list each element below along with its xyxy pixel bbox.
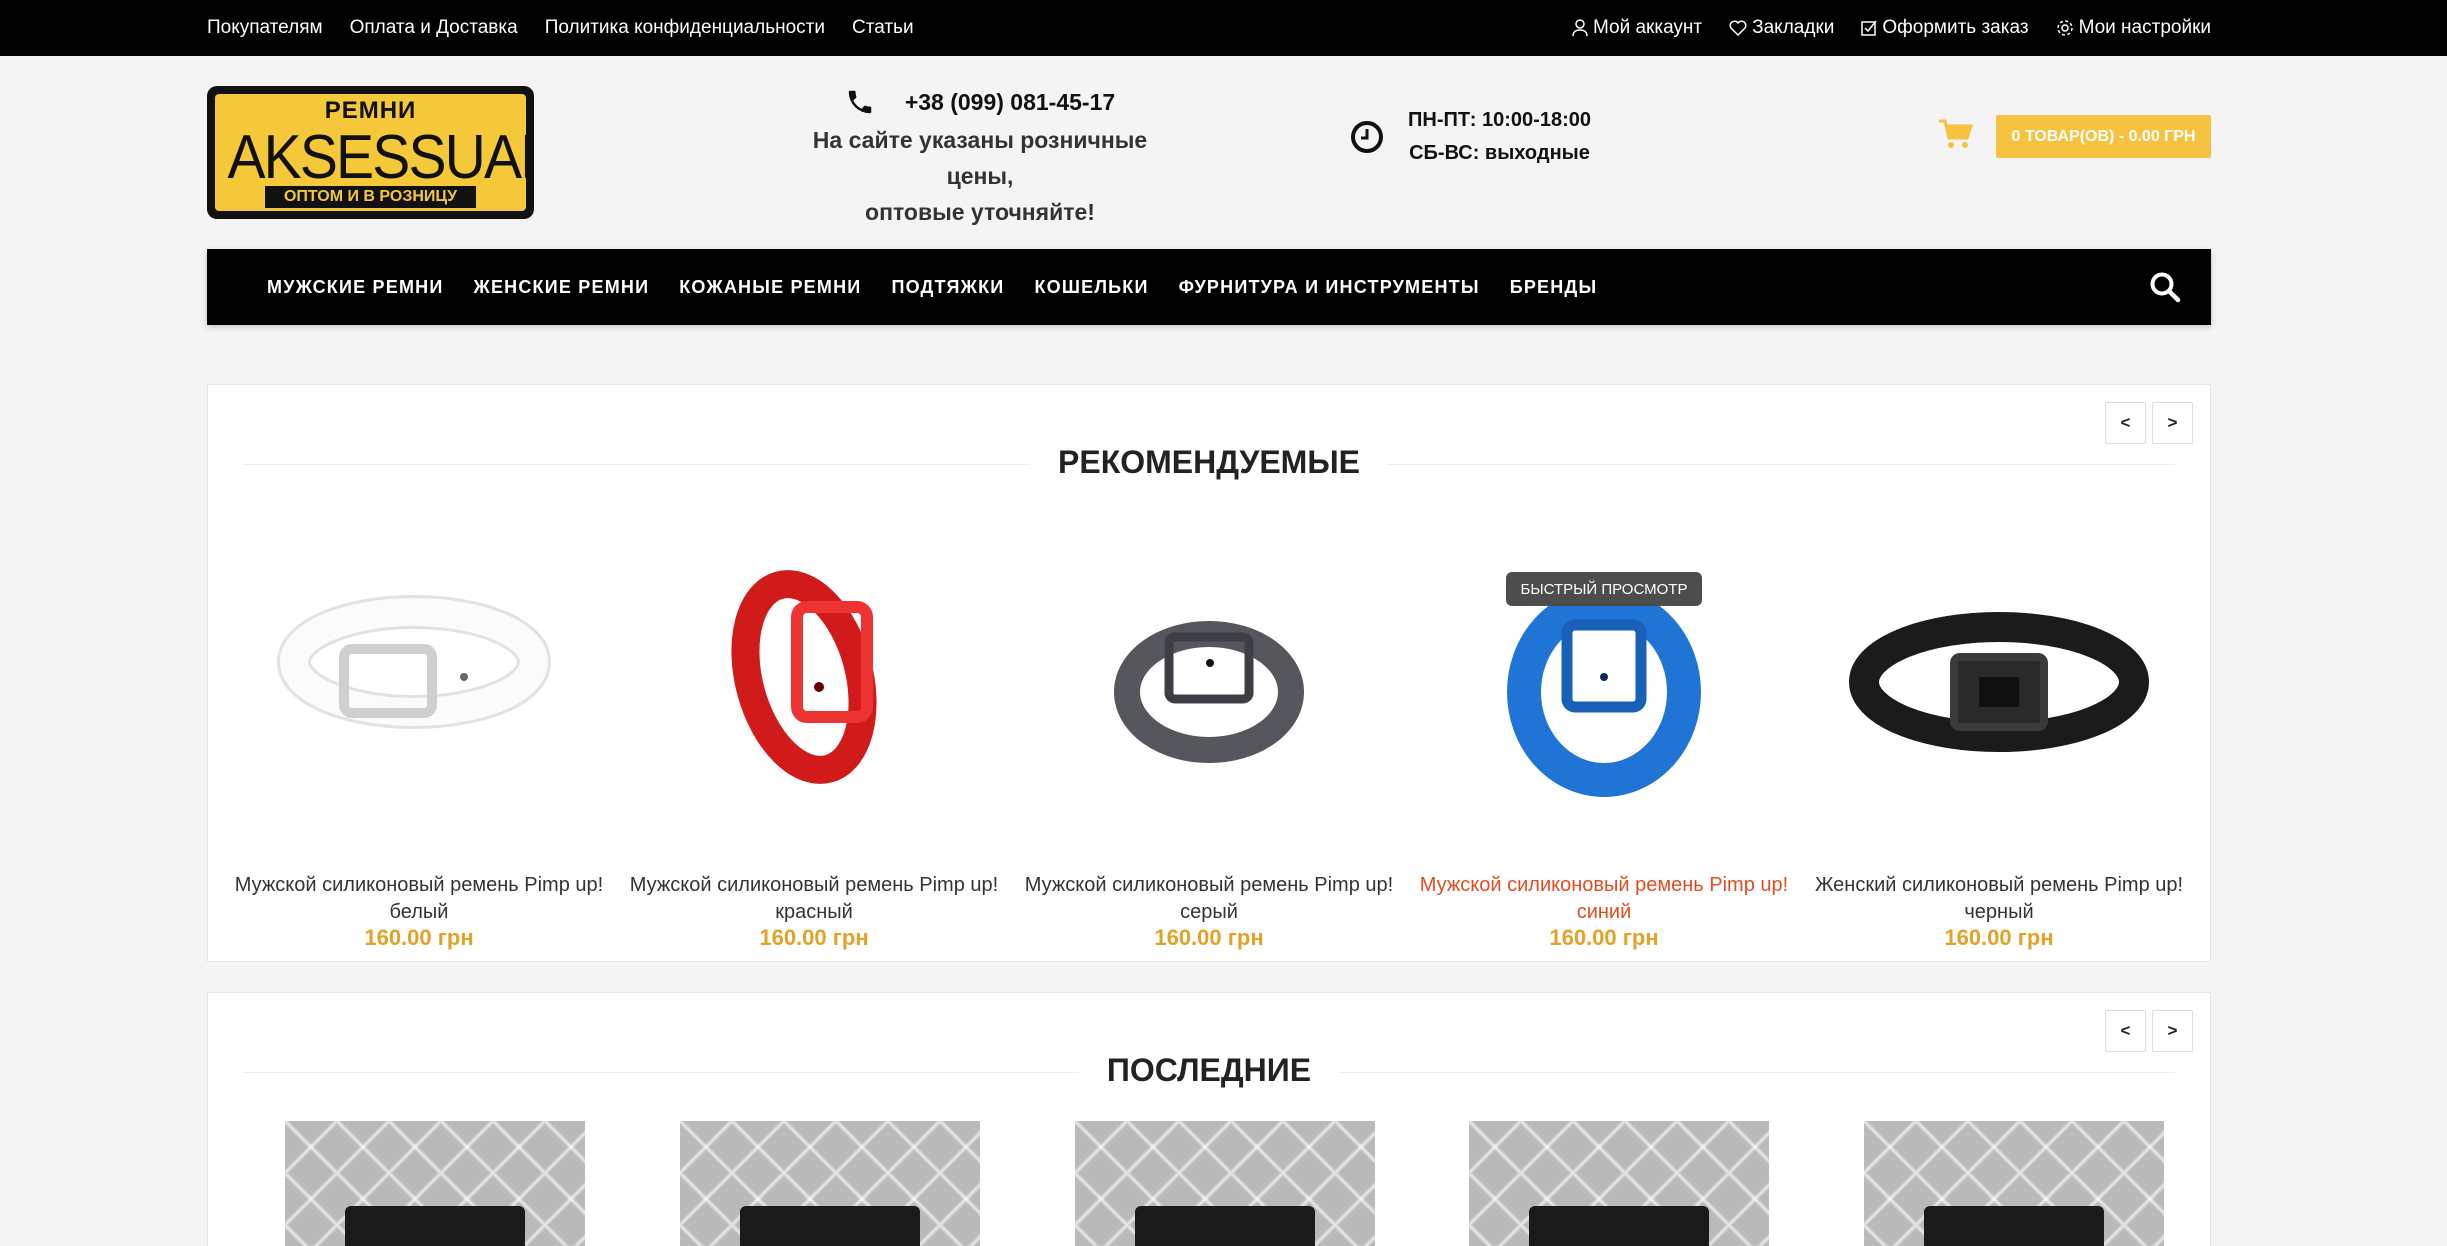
- bookmarks-link[interactable]: Закладки: [1729, 17, 1834, 39]
- user-icon: [1572, 19, 1588, 37]
- link-privacy-policy[interactable]: Политика конфиденциальности: [545, 17, 825, 39]
- product-image-wallet[interactable]: [285, 1121, 585, 1246]
- latest-next-button[interactable]: >: [2152, 1010, 2193, 1052]
- featured-section: < > РЕКОМЕНДУЕМЫЕ БЫСТРЫЙ ПРОСМОТР Мужск…: [207, 384, 2211, 962]
- product-name[interactable]: Мужской силиконовый ремень Pimp up! белы…: [234, 872, 604, 926]
- contact-block: +38 (099) 081-45-17 На сайте указаны роз…: [780, 84, 1180, 230]
- nav-item-mens-belts[interactable]: МУЖСКИЕ РЕМНИ: [267, 277, 443, 298]
- product-image-wallet[interactable]: [680, 1121, 980, 1246]
- cart-button[interactable]: 0 ТОВАР(ОВ) - 0.00 ГРН: [1996, 115, 2211, 158]
- phone-number[interactable]: +38 (099) 081-45-17: [905, 89, 1115, 116]
- latest-prev-button[interactable]: <: [2105, 1010, 2146, 1052]
- nav-item-brands[interactable]: БРЕНДЫ: [1510, 277, 1598, 298]
- main-nav: МУЖСКИЕ РЕМНИ ЖЕНСКИЕ РЕМНИ КОЖАНЫЕ РЕМН…: [207, 249, 2211, 325]
- product-price: 160.00 грн: [1944, 925, 2054, 950]
- my-account-label: Мой аккаунт: [1592, 17, 1703, 38]
- settings-label: Мои настройки: [2078, 17, 2211, 38]
- product-image-white-belt[interactable]: [234, 537, 604, 837]
- settings-link[interactable]: Мои настройки: [2056, 17, 2211, 39]
- top-links-left: Покупателям Оплата и Доставка Политика к…: [207, 0, 914, 56]
- product-name[interactable]: Мужской силиконовый ремень Pimp up! серы…: [1024, 872, 1394, 926]
- product-image-wallet[interactable]: [1469, 1121, 1769, 1246]
- site-logo[interactable]: РЕМНИ AKSESSUAR ОПТОМ И В РОЗНИЦУ: [207, 86, 534, 219]
- product-name[interactable]: Мужской силиконовый ремень Pimp up! сини…: [1419, 872, 1789, 926]
- checkbox-icon: [1861, 20, 1877, 36]
- hours-weekdays: ПН-ПТ: 10:00-18:00: [1408, 109, 1591, 131]
- phone-icon: [848, 90, 872, 114]
- nav-item-leather-belts[interactable]: КОЖАНЫЕ РЕМНИ: [679, 277, 861, 298]
- cart-icon[interactable]: [1938, 118, 1974, 150]
- gear-icon: [2056, 20, 2073, 36]
- featured-next-button[interactable]: >: [2152, 402, 2193, 444]
- product-image-wallet[interactable]: [1075, 1121, 1375, 1246]
- product-name[interactable]: Женский силиконовый ремень Pimp up! черн…: [1814, 872, 2184, 926]
- checkout-label: Оформить заказ: [1882, 17, 2029, 38]
- top-bar: Покупателям Оплата и Доставка Политика к…: [0, 0, 2447, 56]
- working-hours: ПН-ПТ: 10:00-18:00 СБ-ВС: выходные: [1350, 104, 1591, 170]
- latest-title: ПОСЛЕДНИЕ: [1078, 1052, 1340, 1088]
- my-account-link[interactable]: Мой аккаунт: [1572, 17, 1702, 39]
- nav-item-suspenders[interactable]: ПОДТЯЖКИ: [891, 277, 1004, 298]
- quick-view-button[interactable]: БЫСТРЫЙ ПРОСМОТР: [1506, 572, 1702, 606]
- product-image-wallet[interactable]: [1864, 1121, 2164, 1246]
- link-customers[interactable]: Покупателям: [207, 17, 323, 39]
- heart-icon: [1729, 20, 1747, 36]
- product-image-black-belt[interactable]: [1814, 537, 2184, 837]
- nav-item-wallets[interactable]: КОШЕЛЬКИ: [1034, 277, 1148, 298]
- product-price: 160.00 грн: [1549, 925, 1659, 950]
- nav-item-hardware-tools[interactable]: ФУРНИТУРА И ИНСТРУМЕНТЫ: [1179, 277, 1480, 298]
- product-price: 160.00 грн: [364, 925, 474, 950]
- featured-title: РЕКОМЕНДУЕМЫЕ: [1030, 444, 1388, 480]
- clock-icon: [1351, 121, 1383, 153]
- logo-bottom-text: ОПТОМ И В РОЗНИЦУ: [265, 186, 476, 208]
- logo-brand-text: AKSESSUAR: [227, 123, 534, 192]
- product-name[interactable]: Мужской силиконовый ремень Pimp up! крас…: [629, 872, 999, 926]
- nav-item-womens-belts[interactable]: ЖЕНСКИЕ РЕМНИ: [473, 277, 649, 298]
- product-image-gray-belt[interactable]: [1024, 537, 1394, 837]
- product-price: 160.00 грн: [1154, 925, 1264, 950]
- bookmarks-label: Закладки: [1752, 17, 1835, 38]
- top-links-right: Мой аккаунт Закладки Оформить заказ Мои …: [1572, 0, 2211, 56]
- link-payment-delivery[interactable]: Оплата и Доставка: [350, 17, 518, 39]
- link-articles[interactable]: Статьи: [852, 17, 914, 39]
- price-note-line2: оптовые уточняйте!: [865, 199, 1095, 225]
- featured-prev-button[interactable]: <: [2105, 402, 2146, 444]
- price-note-line1: На сайте указаны розничные цены,: [812, 127, 1148, 189]
- product-image-red-belt[interactable]: [629, 537, 999, 837]
- product-price: 160.00 грн: [759, 925, 869, 950]
- logo-top-text: РЕМНИ: [324, 97, 417, 124]
- checkout-link[interactable]: Оформить заказ: [1861, 17, 2029, 39]
- hours-weekend: СБ-ВС: выходные: [1409, 142, 1590, 164]
- search-icon[interactable]: [2149, 271, 2181, 303]
